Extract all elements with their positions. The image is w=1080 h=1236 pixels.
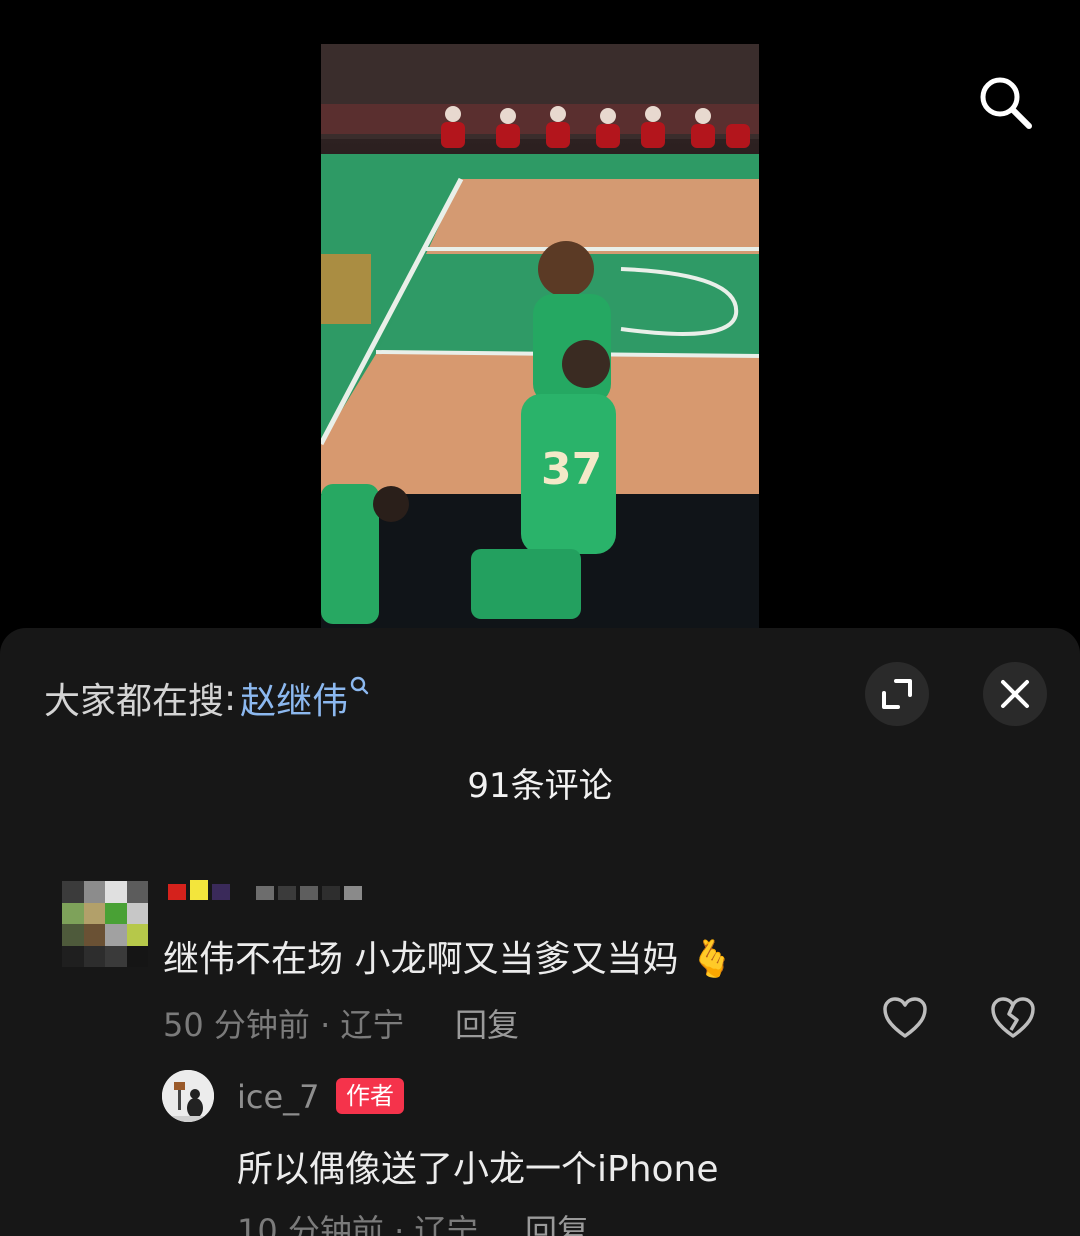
comment-count-title: 91条评论 — [467, 766, 613, 806]
comment-text-row: 继伟不在场 小龙啊又当爹又当妈 🫰 — [163, 930, 735, 982]
reply-button[interactable]: 回复 — [455, 1000, 519, 1046]
hot-search-prefix: 大家都在搜 — [44, 681, 225, 722]
reply-reply-button[interactable]: 回复 — [525, 1206, 589, 1236]
reply-username[interactable]: ice_7 — [237, 1078, 320, 1116]
comment-sheet: 大家都在搜 : 赵继伟 91条评论 继伟不在场 小龙啊又当爹又当妈 🫰 50 分… — [0, 628, 1080, 1236]
hot-search-term-link[interactable]: 赵继伟 — [240, 672, 370, 724]
svg-text:37: 37 — [541, 444, 602, 495]
comment-timestamp: 50 分钟前 · 辽宁 — [163, 1006, 405, 1044]
hot-search-bar: 大家都在搜 : 赵继伟 — [44, 672, 370, 724]
video-player[interactable]: 37 — [0, 0, 1080, 640]
hot-search-colon: : — [224, 677, 237, 719]
expand-icon — [882, 679, 912, 709]
search-icon[interactable] — [975, 72, 1035, 132]
close-icon — [1001, 680, 1029, 708]
reply-timestamp: 10 分钟前 · 辽宁 — [237, 1212, 479, 1236]
comment-text: 继伟不在场 小龙啊又当爹又当妈 — [163, 939, 679, 980]
author-avatar[interactable] — [162, 1070, 214, 1122]
video-frame[interactable]: 37 — [321, 44, 759, 630]
finger-heart-emoji: 🫰 — [689, 939, 735, 980]
broken-heart-icon — [991, 997, 1035, 1038]
hot-search-term: 赵继伟 — [240, 681, 349, 722]
video-still: 37 — [321, 44, 759, 630]
reply-text: 所以偶像送了小龙一个iPhone — [237, 1149, 719, 1190]
author-badge: 作者 — [336, 1078, 404, 1114]
username-blurred[interactable] — [168, 880, 362, 900]
dislike-button[interactable] — [990, 996, 1036, 1040]
close-button[interactable] — [983, 662, 1047, 726]
avatar[interactable] — [62, 881, 148, 967]
heart-icon — [883, 997, 927, 1038]
expand-button[interactable] — [865, 662, 929, 726]
search-small-icon — [350, 676, 369, 695]
like-button[interactable] — [882, 996, 928, 1040]
